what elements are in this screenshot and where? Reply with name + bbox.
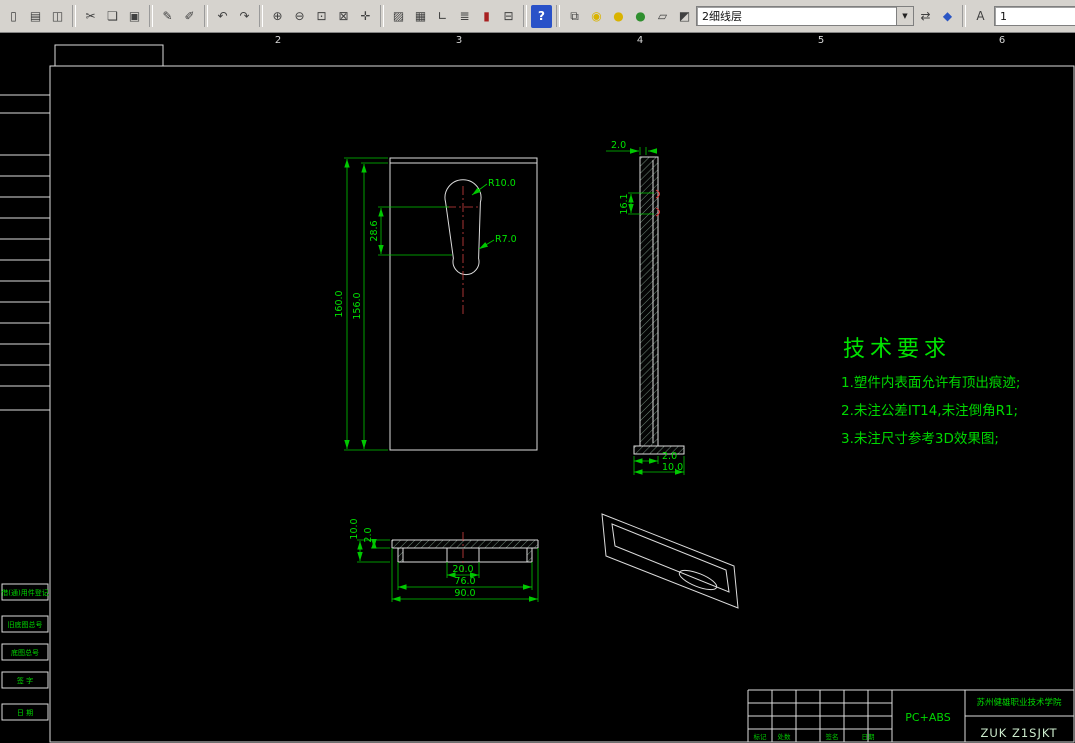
redo-icon[interactable]: ↷ — [234, 5, 255, 28]
tech-req-item: 2.未注公差IT14,未注倒角R1; — [841, 403, 1018, 419]
title-block-cell: 处数 — [778, 732, 792, 741]
toolbar-separator — [962, 5, 966, 27]
title-block: PC+ABS 苏州健雄职业技术学院 ZUK Z1SJKT 标记 处数 签名 日期 — [747, 689, 1074, 742]
dim-wall-top: 2.0 — [611, 140, 626, 151]
tech-requirements: 技术要求 1.塑件内表面允许有顶出痕迹; 2.未注公差IT14,未注倒角R1; … — [841, 337, 1020, 447]
toolbar-separator — [380, 5, 384, 27]
copy-icon[interactable]: ❏ — [102, 5, 123, 28]
zoom-in-icon[interactable]: ⊕ — [267, 5, 288, 28]
cut-icon[interactable]: ✂ — [80, 5, 101, 28]
dim-outer-width: 90.0 — [454, 588, 475, 599]
dim-radius-top: R10.0 — [488, 178, 516, 189]
pan-icon[interactable]: ✛ — [355, 5, 376, 28]
dim-depth: 10.0 — [349, 518, 360, 539]
title-block-cell: 日期 — [862, 733, 876, 741]
zone-number: 3 — [456, 35, 462, 46]
dim-foot-width: 10.0 — [662, 462, 683, 473]
material-label: PC+ABS — [905, 711, 950, 724]
tech-req-title: 技术要求 — [843, 337, 951, 362]
zone-number: 4 — [637, 35, 643, 46]
linewidth-dropdown-value: 1 — [1000, 9, 1007, 23]
margin-label: 旧底图总号 — [8, 620, 43, 629]
print-icon[interactable]: ▤ — [25, 5, 46, 28]
table-icon[interactable]: ⊟ — [498, 5, 519, 28]
new-icon[interactable]: ▯ — [3, 5, 24, 28]
side-view: 2.0 16.1 2.0 10.0 — [606, 140, 685, 475]
tech-req-item: 1.塑件内表面允许有顶出痕迹; — [841, 375, 1020, 391]
layer-dropdown-value: 2细线层 — [702, 10, 742, 23]
linewidth-dropdown[interactable]: 1 ▼ — [994, 6, 1075, 26]
tech-req-item: 3.未注尺寸参考3D效果图; — [841, 430, 999, 447]
zone-number: 5 — [818, 35, 824, 46]
paste-icon[interactable]: ▣ — [124, 5, 145, 28]
toolbar-separator — [149, 5, 153, 27]
toolbar-separator — [556, 5, 560, 27]
droplet-icon[interactable]: ◆ — [937, 5, 958, 28]
dim-foot-thickness: 2.0 — [662, 451, 677, 462]
dim-slot-length: 16.1 — [619, 193, 630, 214]
print-preview-icon[interactable]: ◫ — [47, 5, 68, 28]
organization-label: 苏州健雄职业技术学院 — [976, 697, 1062, 708]
margin-label: 日 期 — [17, 709, 33, 717]
dim-slot-width: 20.0 — [452, 564, 473, 575]
zoom-window-icon[interactable]: ⊡ — [311, 5, 332, 28]
iso-view — [601, 513, 739, 609]
palette-icon[interactable]: ◩ — [674, 5, 695, 28]
pencil-icon[interactable]: ✎ — [157, 5, 178, 28]
main-toolbar: ▯ ▤ ◫ ✂ ❏ ▣ ✎ ✐ ↶ ↷ ⊕ ⊖ ⊡ ⊠ ✛ ▨ ▦ ∟ ≣ ▮ … — [0, 0, 1075, 33]
drawing-canvas[interactable]: 2 3 4 5 6 借(通)用件登记 旧底图总号 底图总号 签 字 日 期 16 — [0, 33, 1075, 743]
text-style-icon[interactable]: A — [970, 5, 991, 28]
layer-dropdown[interactable]: 2细线层 ▼ — [696, 6, 914, 26]
sheets-icon[interactable]: ⧉ — [564, 5, 585, 28]
title-block-cell: 标记 — [754, 732, 768, 741]
toolbar-separator — [72, 5, 76, 27]
grid-icon[interactable]: ▦ — [410, 5, 431, 28]
sheet-frame — [49, 44, 1075, 743]
dim-radius-bottom: R7.0 — [495, 234, 517, 245]
dim-flange-thickness: 2.0 — [363, 527, 374, 542]
zoom-all-icon[interactable]: ⊠ — [333, 5, 354, 28]
toolbar-separator — [259, 5, 263, 27]
zone-number: 2 — [275, 35, 281, 46]
ball-yellow-icon[interactable]: ● — [608, 5, 629, 28]
hatch-icon[interactable]: ▨ — [388, 5, 409, 28]
help-icon[interactable]: ? — [531, 4, 552, 28]
dim-inner-width: 76.0 — [454, 576, 475, 587]
bulb-icon[interactable]: ◉ — [586, 5, 607, 28]
margin-column: 借(通)用件登记 旧底图总号 底图总号 签 字 日 期 — [0, 94, 50, 721]
dim-slot-offset: 28.6 — [369, 220, 380, 241]
toolbar-separator — [204, 5, 208, 27]
layers-icon[interactable]: ≣ — [454, 5, 475, 28]
part-number: ZUK Z1SJKT — [980, 726, 1057, 740]
zoom-out-icon[interactable]: ⊖ — [289, 5, 310, 28]
pen-icon[interactable]: ✐ — [179, 5, 200, 28]
folder-icon[interactable]: ▱ — [652, 5, 673, 28]
ball-green-icon[interactable]: ● — [630, 5, 651, 28]
front-view: 160.0 156.0 28.6 R10.0 R7.0 — [334, 157, 538, 451]
title-block-cell: 签名 — [826, 732, 839, 741]
dim-height-outer: 160.0 — [334, 290, 345, 317]
margin-label: 签 字 — [17, 676, 33, 685]
undo-icon[interactable]: ↶ — [212, 5, 233, 28]
standards-book-icon[interactable]: ▮ — [476, 5, 497, 28]
zone-numbers: 2 3 4 5 6 — [275, 35, 1005, 46]
toolbar-separator — [523, 5, 527, 27]
dim-height-inner: 156.0 — [352, 292, 363, 319]
margin-label: 底图总号 — [11, 648, 39, 657]
bottom-view: 10.0 2.0 20.0 76.0 90.0 — [349, 518, 539, 602]
chevron-down-icon[interactable]: ▼ — [896, 7, 913, 25]
swap-icon[interactable]: ⇄ — [915, 5, 936, 28]
zone-number: 6 — [999, 35, 1005, 46]
margin-label: 借(通)用件登记 — [1, 588, 48, 597]
ortho-icon[interactable]: ∟ — [432, 5, 453, 28]
